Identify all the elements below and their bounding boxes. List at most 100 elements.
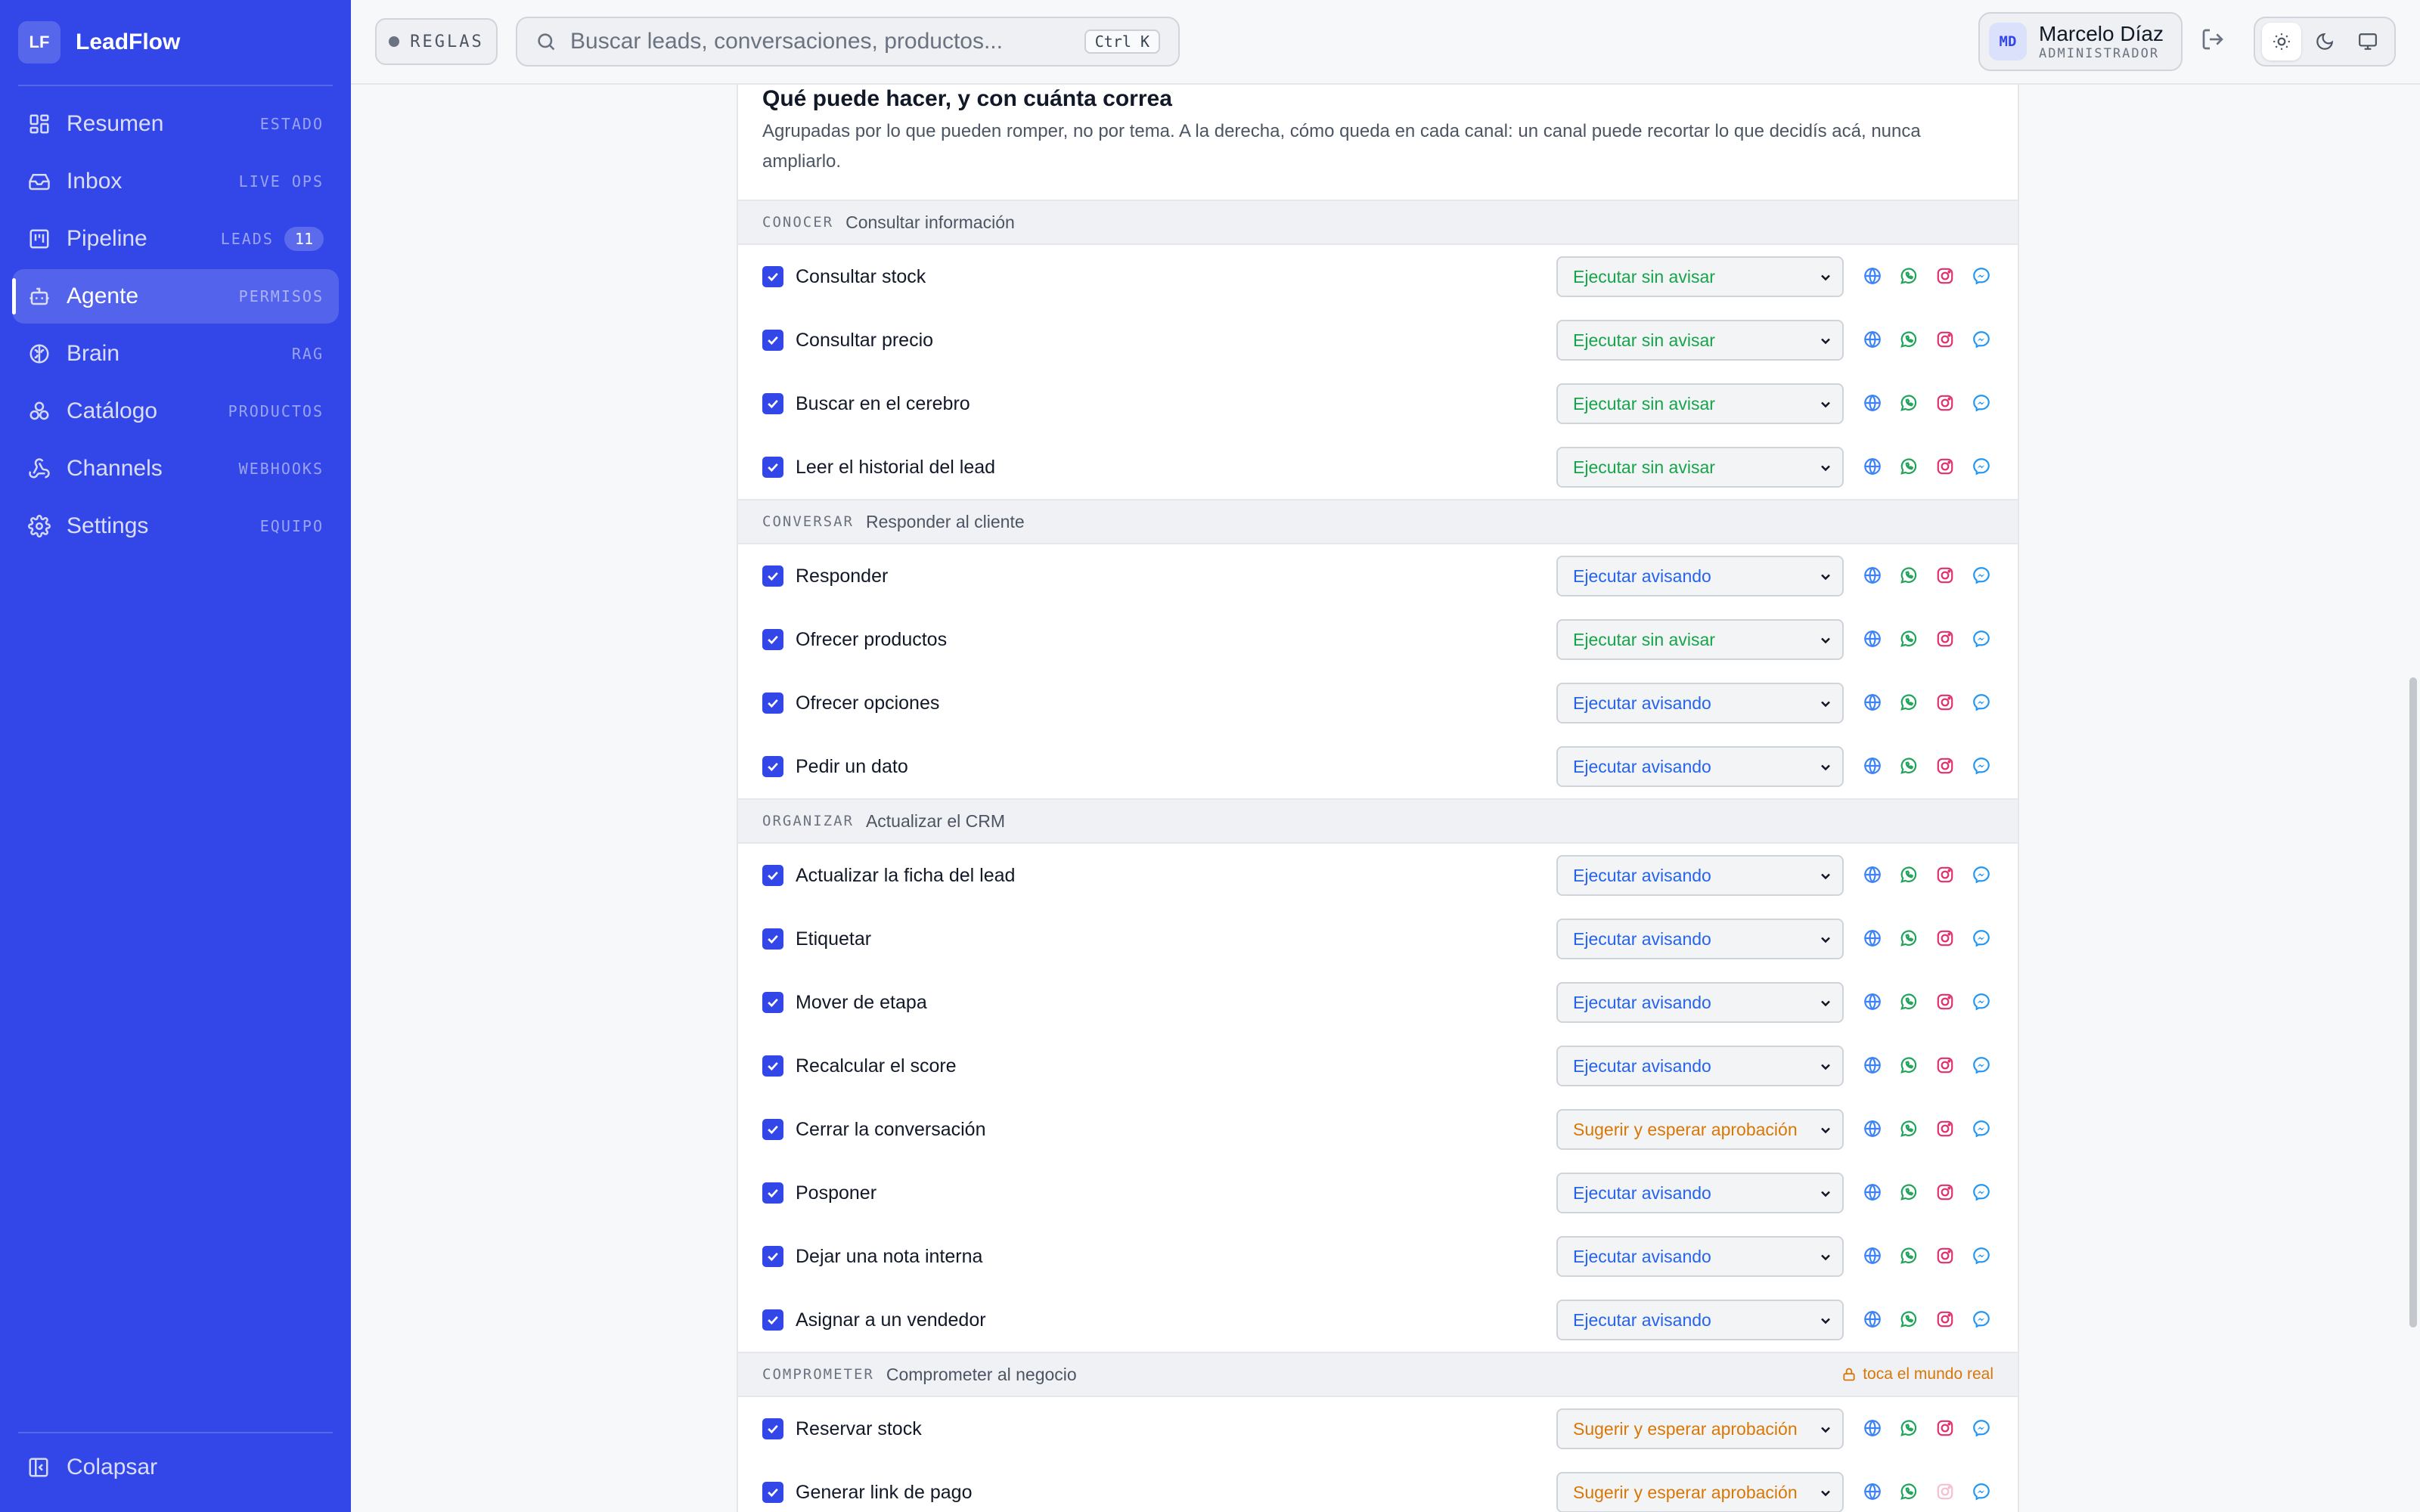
user-menu[interactable]: MD Marcelo Díaz ADMINISTRADOR (1978, 12, 2183, 71)
permission-mode-select[interactable]: Ejecutar avisando (1556, 556, 1844, 596)
web-icon[interactable] (1862, 1418, 1883, 1439)
whatsapp-icon[interactable] (1898, 565, 1919, 586)
web-icon[interactable] (1862, 1182, 1883, 1203)
web-icon[interactable] (1862, 392, 1883, 414)
messenger-icon[interactable] (1971, 329, 1992, 350)
sidebar-item-agente[interactable]: Agente PERMISOS (12, 269, 339, 324)
sidebar-item-resumen[interactable]: Resumen ESTADO (12, 97, 339, 151)
permission-mode-select[interactable]: Ejecutar sin avisar (1556, 256, 1844, 297)
whatsapp-icon[interactable] (1898, 1182, 1919, 1203)
permission-mode-select[interactable]: Sugerir y esperar aprobación (1556, 1109, 1844, 1150)
instagram-icon[interactable] (1934, 1418, 1956, 1439)
sidebar-item-pipeline[interactable]: Pipeline LEADS 11 (12, 212, 339, 266)
instagram-icon[interactable] (1934, 1309, 1956, 1330)
whatsapp-icon[interactable] (1898, 456, 1919, 477)
web-icon[interactable] (1862, 755, 1883, 776)
messenger-icon[interactable] (1971, 1118, 1992, 1139)
search-input[interactable] (570, 29, 1084, 54)
instagram-icon[interactable] (1934, 565, 1956, 586)
permission-checkbox[interactable] (762, 629, 783, 650)
whatsapp-icon[interactable] (1898, 1418, 1919, 1439)
whatsapp-icon[interactable] (1898, 1309, 1919, 1330)
messenger-icon[interactable] (1971, 991, 1992, 1012)
instagram-icon[interactable] (1934, 755, 1956, 776)
instagram-icon[interactable] (1934, 329, 1956, 350)
messenger-icon[interactable] (1971, 864, 1992, 885)
sidebar-item-channels[interactable]: Channels WEBHOOKS (12, 442, 339, 496)
permission-checkbox[interactable] (762, 992, 783, 1013)
whatsapp-icon[interactable] (1898, 864, 1919, 885)
instagram-icon[interactable] (1934, 991, 1956, 1012)
theme-system-button[interactable] (2348, 23, 2387, 60)
web-icon[interactable] (1862, 692, 1883, 713)
web-icon[interactable] (1862, 565, 1883, 586)
messenger-icon[interactable] (1971, 1481, 1992, 1502)
messenger-icon[interactable] (1971, 928, 1992, 949)
messenger-icon[interactable] (1971, 1418, 1992, 1439)
collapse-button[interactable]: Colapsar (27, 1455, 157, 1480)
permission-mode-select[interactable]: Ejecutar sin avisar (1556, 447, 1844, 488)
whatsapp-icon[interactable] (1898, 265, 1919, 287)
instagram-icon[interactable] (1934, 1182, 1956, 1203)
permission-mode-select[interactable]: Ejecutar avisando (1556, 683, 1844, 723)
web-icon[interactable] (1862, 1245, 1883, 1266)
whatsapp-icon[interactable] (1898, 1481, 1919, 1502)
messenger-icon[interactable] (1971, 692, 1992, 713)
permission-mode-select[interactable]: Ejecutar avisando (1556, 1236, 1844, 1277)
instagram-icon[interactable] (1934, 628, 1956, 649)
permission-mode-select[interactable]: Ejecutar avisando (1556, 855, 1844, 896)
permission-mode-select[interactable]: Sugerir y esperar aprobación (1556, 1408, 1844, 1449)
permission-checkbox[interactable] (762, 1418, 783, 1439)
permission-mode-select[interactable]: Ejecutar sin avisar (1556, 619, 1844, 660)
permission-checkbox[interactable] (762, 756, 783, 777)
permission-mode-select[interactable]: Ejecutar avisando (1556, 1046, 1844, 1086)
permission-mode-select[interactable]: Ejecutar avisando (1556, 1300, 1844, 1340)
web-icon[interactable] (1862, 864, 1883, 885)
instagram-icon[interactable] (1934, 1118, 1956, 1139)
permission-mode-select[interactable]: Ejecutar sin avisar (1556, 320, 1844, 361)
messenger-icon[interactable] (1971, 1055, 1992, 1076)
web-icon[interactable] (1862, 456, 1883, 477)
permission-mode-select[interactable]: Ejecutar sin avisar (1556, 383, 1844, 424)
theme-light-button[interactable] (2261, 23, 2301, 60)
instagram-icon[interactable] (1934, 928, 1956, 949)
permission-mode-select[interactable]: Ejecutar avisando (1556, 1173, 1844, 1213)
whatsapp-icon[interactable] (1898, 928, 1919, 949)
instagram-icon[interactable] (1934, 265, 1956, 287)
scroll-thumb[interactable] (2409, 677, 2417, 1328)
permission-checkbox[interactable] (762, 393, 783, 414)
messenger-icon[interactable] (1971, 265, 1992, 287)
permission-checkbox[interactable] (762, 330, 783, 351)
instagram-icon[interactable] (1934, 1481, 1956, 1502)
permission-checkbox[interactable] (762, 457, 783, 478)
rules-chip[interactable]: REGLAS (375, 18, 498, 65)
messenger-icon[interactable] (1971, 755, 1992, 776)
permission-checkbox[interactable] (762, 1482, 783, 1503)
messenger-icon[interactable] (1971, 565, 1992, 586)
brand[interactable]: LF LeadFlow (18, 21, 180, 64)
web-icon[interactable] (1862, 1118, 1883, 1139)
permission-checkbox[interactable] (762, 266, 783, 287)
whatsapp-icon[interactable] (1898, 628, 1919, 649)
permission-checkbox[interactable] (762, 1119, 783, 1140)
whatsapp-icon[interactable] (1898, 1245, 1919, 1266)
messenger-icon[interactable] (1971, 628, 1992, 649)
web-icon[interactable] (1862, 329, 1883, 350)
permission-mode-select[interactable]: Sugerir y esperar aprobación (1556, 1472, 1844, 1512)
messenger-icon[interactable] (1971, 1309, 1992, 1330)
web-icon[interactable] (1862, 991, 1883, 1012)
instagram-icon[interactable] (1934, 1055, 1956, 1076)
logout-button[interactable] (2201, 27, 2231, 57)
sidebar-item-inbox[interactable]: Inbox LIVE OPS (12, 154, 339, 209)
whatsapp-icon[interactable] (1898, 392, 1919, 414)
permission-checkbox[interactable] (762, 1246, 783, 1267)
web-icon[interactable] (1862, 1481, 1883, 1502)
sidebar-item-catalogo[interactable]: Catálogo PRODUCTOS (12, 384, 339, 438)
permission-mode-select[interactable]: Ejecutar avisando (1556, 919, 1844, 959)
web-icon[interactable] (1862, 1309, 1883, 1330)
permission-checkbox[interactable] (762, 1309, 783, 1331)
messenger-icon[interactable] (1971, 1182, 1992, 1203)
sidebar-item-settings[interactable]: Settings EQUIPO (12, 499, 339, 553)
scrollbar[interactable] (2406, 85, 2420, 1512)
whatsapp-icon[interactable] (1898, 755, 1919, 776)
